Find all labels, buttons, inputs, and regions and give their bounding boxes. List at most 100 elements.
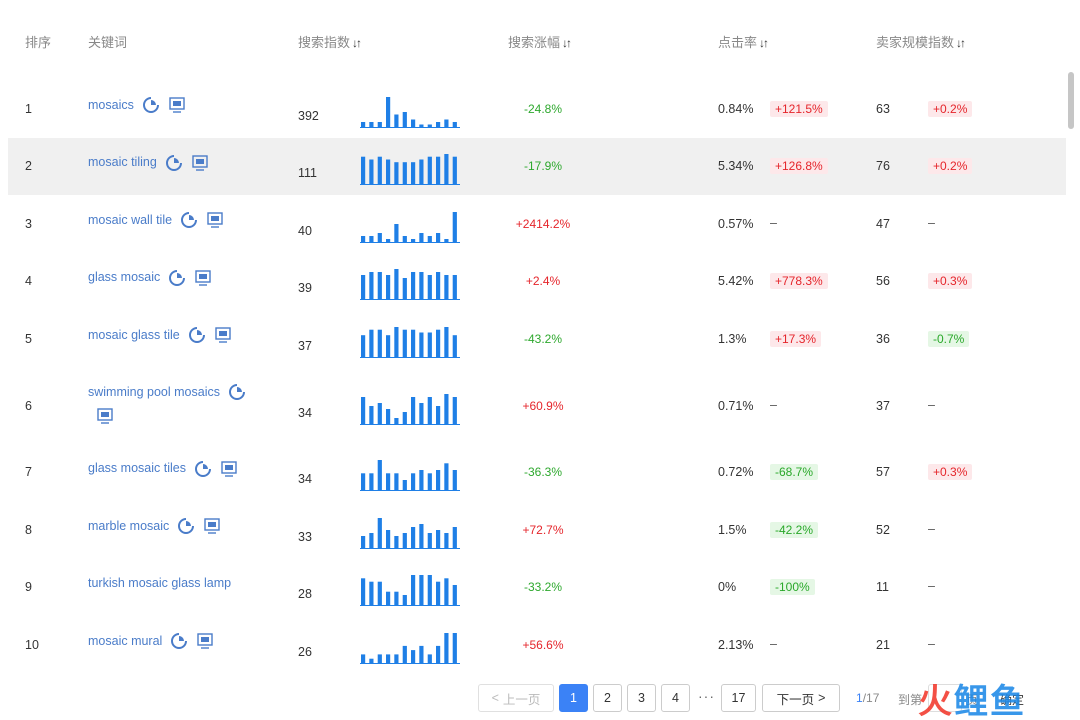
- trend-pie-icon[interactable]: [188, 326, 206, 344]
- sparkline-bar: [394, 591, 399, 606]
- sparkline-bar: [386, 159, 391, 185]
- table-row[interactable]: 3 mosaic wall tile 40 +2414.2% 0.57% – 47 –: [8, 195, 1066, 253]
- sort-icon[interactable]: ↓↑: [759, 36, 769, 50]
- page-button-4[interactable]: 4: [661, 684, 690, 712]
- header-ctr[interactable]: 点击率 ↓↑: [718, 32, 769, 51]
- table-row[interactable]: 7 glass mosaic tiles 34 -36.3% 0.72% -68.7% 57…: [8, 444, 1066, 502]
- trend-pie-icon[interactable]: [194, 460, 212, 478]
- trend-pie-icon[interactable]: [170, 632, 188, 650]
- ad-monitor-icon[interactable]: [194, 269, 212, 287]
- ad-monitor-icon[interactable]: [96, 407, 114, 425]
- search-index-value: 34: [298, 405, 312, 420]
- page-button-1[interactable]: 1: [559, 684, 588, 712]
- keyword-link[interactable]: glass mosaic tiles: [88, 461, 186, 475]
- ad-monitor-icon[interactable]: [203, 517, 221, 535]
- table-row[interactable]: 8 marble mosaic 33 +72.7% 1.5% -42.2% 52 –: [8, 501, 1066, 559]
- sparkline-bar: [386, 238, 391, 242]
- keyword-cell: glass mosaic tiles: [88, 456, 263, 480]
- trend-sparkline: [360, 460, 460, 492]
- search-index-value: 26: [298, 644, 312, 659]
- sparkline-bar: [377, 329, 382, 357]
- ad-monitor-icon[interactable]: [220, 460, 238, 478]
- keyword-link[interactable]: mosaic glass tile: [88, 328, 180, 342]
- sparkline-bar: [436, 529, 441, 548]
- ad-monitor-icon[interactable]: [168, 96, 186, 114]
- sparkline-bar: [427, 275, 432, 300]
- search-index-value: 40: [298, 223, 312, 238]
- ctr-value: 0.57%: [718, 216, 754, 231]
- trend-pie-icon[interactable]: [165, 154, 183, 172]
- icon-part: [236, 387, 242, 393]
- sparkline-bar: [444, 393, 449, 424]
- rank-cell: 2: [25, 159, 32, 174]
- ad-monitor-icon[interactable]: [206, 211, 224, 229]
- sparkline-bar: [419, 523, 424, 548]
- trend-pie-icon[interactable]: [142, 96, 160, 114]
- trend-pie-icon[interactable]: [180, 211, 198, 229]
- search-growth-value: +60.9%: [522, 398, 564, 413]
- page-button-3[interactable]: 3: [627, 684, 656, 712]
- prev-page-button[interactable]: < 上一页: [478, 684, 554, 712]
- keyword-link[interactable]: mosaic mural: [88, 634, 162, 648]
- keyword-cell: mosaics: [88, 93, 263, 117]
- header-seller-index-label: 卖家规模指数: [876, 35, 955, 50]
- table-row[interactable]: 1 mosaics 392 -24.8% 0.84% +121.5% 63 +0.2%: [8, 80, 1066, 138]
- trend-sparkline: [360, 96, 460, 128]
- keyword-link[interactable]: marble mosaic: [88, 519, 169, 533]
- rank-cell: 3: [25, 216, 32, 231]
- header-search-growth[interactable]: 搜索涨幅 ↓↑: [508, 32, 572, 51]
- trend-pie-icon[interactable]: [168, 269, 186, 287]
- header-search-index[interactable]: 搜索指数 ↓↑: [298, 32, 362, 51]
- sparkline-bar: [402, 645, 407, 663]
- sort-icon[interactable]: ↓↑: [956, 36, 966, 50]
- table-row[interactable]: 5 mosaic glass tile 37 -43.2% 1.3% +17.3% 36 -0…: [8, 310, 1066, 368]
- ctr-value: 0%: [718, 580, 737, 595]
- table-row[interactable]: 9 turkish mosaic glass lamp 28 -33.2% 0% -100…: [8, 559, 1066, 617]
- sparkline-bar: [452, 275, 457, 300]
- sparkline-bar: [427, 332, 432, 357]
- ad-monitor-icon[interactable]: [191, 154, 209, 172]
- keyword-link[interactable]: turkish mosaic glass lamp: [88, 576, 231, 590]
- sparkline-bar: [394, 114, 399, 127]
- keyword-link[interactable]: mosaic wall tile: [88, 213, 172, 227]
- trend-pie-icon[interactable]: [228, 383, 246, 401]
- trend-pie-icon[interactable]: [177, 517, 195, 535]
- sparkline-bar: [361, 396, 366, 424]
- search-index-value: 34: [298, 472, 312, 487]
- search-index-value: 37: [298, 338, 312, 353]
- sparkline-bar: [402, 162, 407, 185]
- keyword-cell: mosaic tiling: [88, 150, 263, 174]
- trend-sparkline: [360, 154, 460, 186]
- table-row[interactable]: 6 swimming pool mosaics 34 +60.9% 0.71% – 37 –: [8, 368, 1066, 444]
- sparkline-bar: [419, 402, 424, 424]
- table-row[interactable]: 2 mosaic tiling 111 -17.9% 5.34% +126.8% 76 +0.…: [8, 137, 1066, 195]
- sort-icon[interactable]: ↓↑: [562, 36, 572, 50]
- sparkline-bar: [361, 535, 366, 548]
- seller-change-badge: –: [928, 397, 935, 412]
- search-growth-value: -24.8%: [523, 101, 563, 116]
- header-ctr-label: 点击率: [718, 35, 758, 50]
- sort-icon[interactable]: ↓↑: [352, 36, 362, 50]
- page-button-last[interactable]: 17: [721, 684, 756, 712]
- next-page-button[interactable]: 下一页 >: [762, 684, 840, 712]
- sparkline-bar: [411, 238, 416, 242]
- sparkline-bar: [402, 532, 407, 548]
- ad-monitor-icon[interactable]: [196, 632, 214, 650]
- sparkline-bar: [427, 532, 432, 548]
- sparkline-bar: [377, 121, 382, 127]
- sparkline-bar: [427, 396, 432, 424]
- sparkline-bar: [436, 581, 441, 606]
- ad-monitor-icon[interactable]: [214, 326, 232, 344]
- header-seller-index[interactable]: 卖家规模指数 ↓↑: [876, 32, 966, 51]
- keyword-link[interactable]: mosaics: [88, 98, 134, 112]
- sparkline-bar: [444, 578, 449, 606]
- keyword-link[interactable]: glass mosaic: [88, 270, 160, 284]
- table-row[interactable]: 4 glass mosaic 39 +2.4% 5.42% +778.3% 56 +0.3%: [8, 253, 1066, 311]
- keyword-link[interactable]: swimming pool mosaics: [88, 385, 220, 399]
- pagination-ellipsis[interactable]: ···: [698, 688, 715, 704]
- table-row[interactable]: 10 mosaic mural 26 +56.6% 2.13% – 21 –: [8, 616, 1066, 674]
- icon-part: [179, 636, 185, 642]
- page-button-2[interactable]: 2: [593, 684, 622, 712]
- vertical-scrollbar[interactable]: [1068, 72, 1074, 129]
- keyword-link[interactable]: mosaic tiling: [88, 155, 157, 169]
